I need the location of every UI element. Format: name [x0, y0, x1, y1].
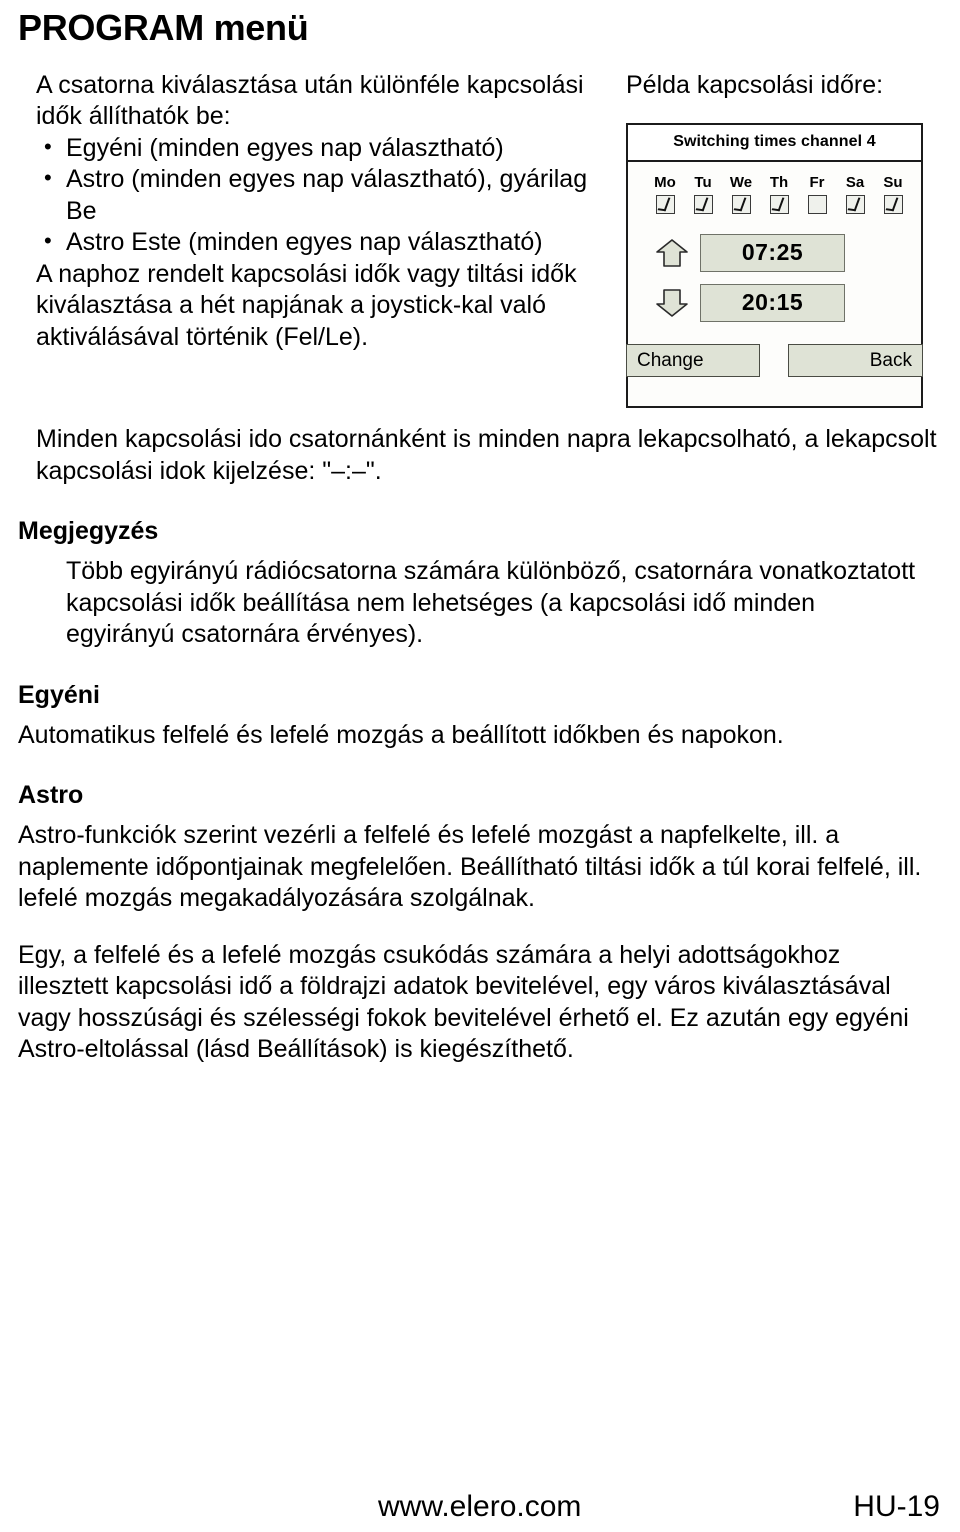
change-button[interactable]: Change [626, 344, 760, 378]
program-options-list: Egyéni (minden egyes nap választható) As… [36, 133, 614, 259]
list-item: Astro Este (minden egyes nap választható… [36, 227, 614, 259]
list-item: Astro (minden egyes nap választható), gy… [36, 164, 614, 227]
section-body-megjegyzes: Több egyirányú rádiócsatorna számára kül… [66, 557, 916, 649]
intro-two-column-row: A csatorna kiválasztása után különféle k… [14, 70, 946, 409]
weekday-header-row: Mo Tu We Th Fr Sa Su [628, 174, 921, 191]
up-time-value[interactable]: 07:25 [700, 234, 845, 273]
checkbox-cell-we [722, 195, 760, 215]
weekday-label-su: Su [883, 174, 903, 192]
footer-url: www.elero.com [378, 1490, 582, 1523]
checkbox-cell-sa [836, 195, 874, 215]
arrow-up-icon [644, 238, 700, 268]
up-time-row: 07:25 [628, 234, 921, 273]
back-button[interactable]: Back [788, 344, 923, 378]
weekday-label-we: We [729, 174, 753, 192]
device-body: Mo Tu We Th Fr Sa Su 07:25 20:15 Change … [626, 162, 923, 407]
section-body-astro: Astro-funkciók szerint vezérli a felfelé… [18, 821, 922, 913]
weekday-checkbox-mo[interactable] [655, 195, 675, 215]
weekday-label-sa: Sa [845, 174, 865, 192]
weekday-checkbox-sa[interactable] [845, 195, 865, 215]
checkbox-cell-th [760, 195, 798, 215]
intro-after-bullets-text: A naphoz rendelt kapcsolási idők vagy ti… [36, 259, 577, 351]
down-time-value[interactable]: 20:15 [700, 284, 845, 323]
checkbox-cell-su [874, 195, 912, 215]
weekday-checkbox-fr[interactable] [807, 195, 827, 215]
device-screen-mockup: Switching times channel 4 Mo Tu We Th Fr… [626, 123, 923, 409]
device-title: Switching times channel 4 [628, 125, 921, 163]
weekday-checkbox-we[interactable] [731, 195, 751, 215]
example-column: Példa kapcsolási időre: Switching times … [614, 70, 946, 409]
checkbox-cell-tu [684, 195, 722, 215]
arrow-down-icon [644, 288, 700, 318]
page-footer: www.elero.com HU-19 [0, 1490, 960, 1524]
switching-time-note: Minden kapcsolási ido csatornánként is m… [36, 425, 937, 485]
device-softkey-bar: Change Back [626, 344, 923, 378]
checkbox-cell-fr [798, 195, 836, 215]
section-heading-egyeni: Egyéni [18, 680, 100, 709]
weekday-checkbox-su[interactable] [883, 195, 903, 215]
weekday-label-fr: Fr [809, 174, 825, 192]
page-title: PROGRAM menü [18, 7, 309, 48]
intro-left-column: A csatorna kiválasztása után különféle k… [14, 70, 614, 354]
weekday-label-th: Th [769, 174, 789, 192]
down-time-row: 20:15 [628, 284, 921, 323]
weekday-checkbox-th[interactable] [769, 195, 789, 215]
weekday-checkbox-tu[interactable] [693, 195, 713, 215]
weekday-label-tu: Tu [694, 174, 712, 192]
intro-lead-text: A csatorna kiválasztása után különféle k… [36, 70, 584, 131]
weekday-checkbox-row [628, 195, 921, 215]
document-page: PROGRAM menü A csatorna kiválasztása utá… [0, 8, 960, 1532]
list-item: Egyéni (minden egyes nap választható) [36, 133, 614, 165]
section-heading-astro: Astro [18, 781, 84, 810]
footer-page-number: HU-19 [853, 1490, 940, 1523]
example-caption: Példa kapcsolási időre: [626, 70, 884, 99]
section-heading-megjegyzes: Megjegyzés [18, 517, 159, 546]
checkbox-cell-mo [646, 195, 684, 215]
section-body-astro-2: Egy, a felfelé és a lefelé mozgás csukód… [18, 940, 909, 1064]
section-body-egyeni: Automatikus felfelé és lefelé mozgás a b… [18, 720, 784, 749]
weekday-label-mo: Mo [654, 174, 676, 192]
